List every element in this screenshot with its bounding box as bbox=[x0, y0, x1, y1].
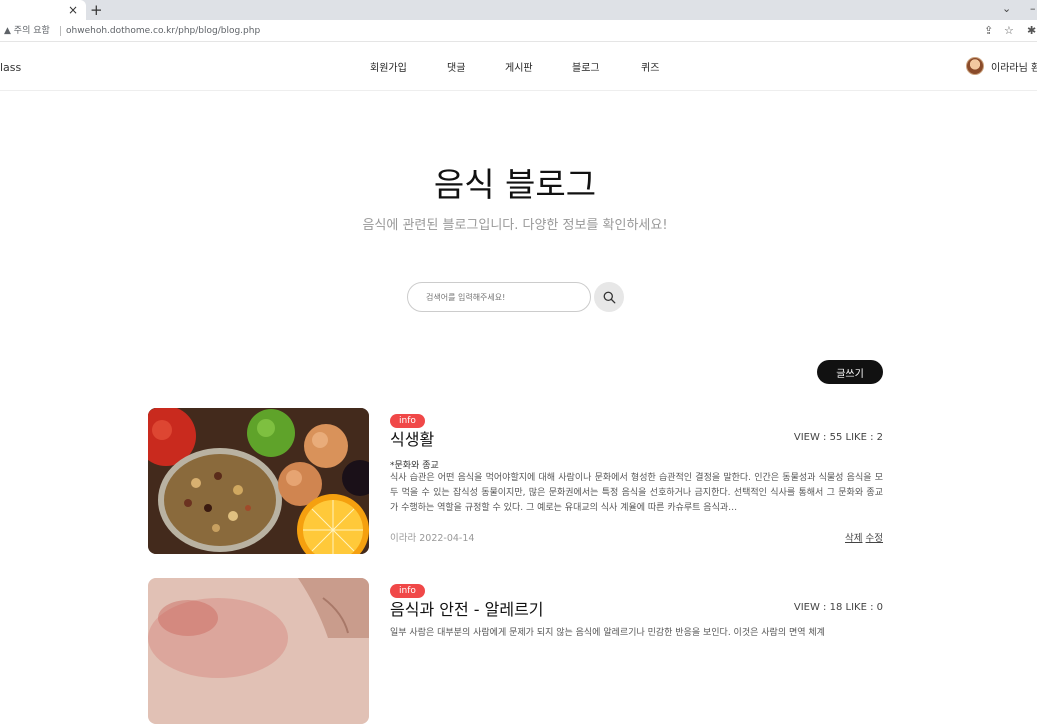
nav-board[interactable]: 게시판 bbox=[505, 59, 572, 74]
extension-icon[interactable]: ✱ bbox=[1027, 23, 1036, 39]
post-excerpt: 식사 습관은 어떤 음식을 먹어야할지에 대해 사람이나 문화에서 형성한 습관… bbox=[390, 473, 883, 513]
page-title: 음식 블로그 bbox=[433, 165, 597, 204]
blog-post: info 식생활 VIEW : 55 LIKE : 2 *문화와 종교 식사 습… bbox=[148, 408, 883, 554]
post-body: info 식생활 VIEW : 55 LIKE : 2 *문화와 종교 식사 습… bbox=[390, 408, 883, 554]
site-header: lass 회원가입 댓글 게시판 블로그 퀴즈 이라라님 환 bbox=[0, 43, 1037, 91]
post-actions: 삭제 수정 bbox=[845, 530, 883, 544]
tab-close-icon[interactable]: × bbox=[68, 2, 78, 18]
food-image bbox=[148, 408, 369, 554]
user-name: 이라라님 환 bbox=[991, 62, 1037, 74]
browser-tabbar: × + ⌄ – bbox=[0, 0, 1037, 20]
star-icon[interactable]: ☆ bbox=[1004, 23, 1014, 39]
nav-comments[interactable]: 댓글 bbox=[447, 59, 505, 74]
blog-post: info 음식과 안전 - 알레르기 VIEW : 18 LIKE : 0 일부… bbox=[148, 578, 883, 724]
share-icon[interactable]: ⇪ bbox=[984, 23, 993, 39]
avatar bbox=[966, 57, 984, 75]
search-button[interactable] bbox=[594, 282, 624, 312]
url-text[interactable]: ohwehoh.dothome.co.kr/php/blog/blog.php bbox=[66, 24, 260, 38]
post-title[interactable]: 음식과 안전 - 알레르기 bbox=[390, 596, 544, 620]
chevron-down-icon[interactable]: ⌄ bbox=[1002, 1, 1011, 17]
search-input[interactable] bbox=[407, 282, 591, 312]
post-body: info 음식과 안전 - 알레르기 VIEW : 18 LIKE : 0 일부… bbox=[390, 578, 883, 636]
post-thumbnail[interactable] bbox=[148, 578, 369, 724]
warning-label: 주의 요함 bbox=[13, 26, 50, 36]
browser-tab[interactable]: × bbox=[0, 0, 86, 20]
post-thumbnail[interactable] bbox=[148, 408, 369, 554]
delete-button[interactable]: 삭제 bbox=[845, 533, 862, 544]
post-excerpt: 일부 사람은 대부분의 사람에게 문제가 되지 않는 음식에 알레르기나 민감한… bbox=[390, 628, 825, 636]
minimize-icon[interactable]: – bbox=[1030, 1, 1036, 17]
new-tab-button[interactable]: + bbox=[90, 0, 103, 20]
warning-icon: ▲ bbox=[4, 26, 11, 36]
post-stats: VIEW : 55 LIKE : 2 bbox=[793, 432, 883, 443]
nav-signup[interactable]: 회원가입 bbox=[370, 59, 447, 74]
nav-quiz[interactable]: 퀴즈 bbox=[641, 59, 681, 74]
post-title[interactable]: 식생활 bbox=[390, 426, 434, 450]
page-subtitle: 음식에 관련된 블로그입니다. 다양한 정보를 확인하세요! bbox=[362, 218, 668, 233]
main-nav: 회원가입 댓글 게시판 블로그 퀴즈 bbox=[370, 59, 681, 74]
write-post-button[interactable]: 글쓰기 bbox=[817, 360, 883, 384]
post-category: *문화와 종교 bbox=[390, 461, 439, 471]
address-divider bbox=[60, 26, 61, 36]
user-menu[interactable]: 이라라님 환 bbox=[966, 57, 1037, 75]
allergy-image bbox=[148, 578, 369, 724]
nav-blog[interactable]: 블로그 bbox=[572, 59, 641, 74]
post-meta: 이라라 2022-04-14 bbox=[390, 533, 475, 544]
site-logo[interactable]: lass bbox=[0, 61, 21, 74]
post-stats: VIEW : 18 LIKE : 0 bbox=[793, 602, 883, 613]
edit-button[interactable]: 수정 bbox=[866, 533, 883, 544]
security-warning[interactable]: ▲ 주의 요함 bbox=[4, 24, 50, 38]
search-icon bbox=[603, 291, 615, 303]
address-bar[interactable]: ▲ 주의 요함 ohwehoh.dothome.co.kr/php/blog/b… bbox=[0, 20, 1037, 42]
